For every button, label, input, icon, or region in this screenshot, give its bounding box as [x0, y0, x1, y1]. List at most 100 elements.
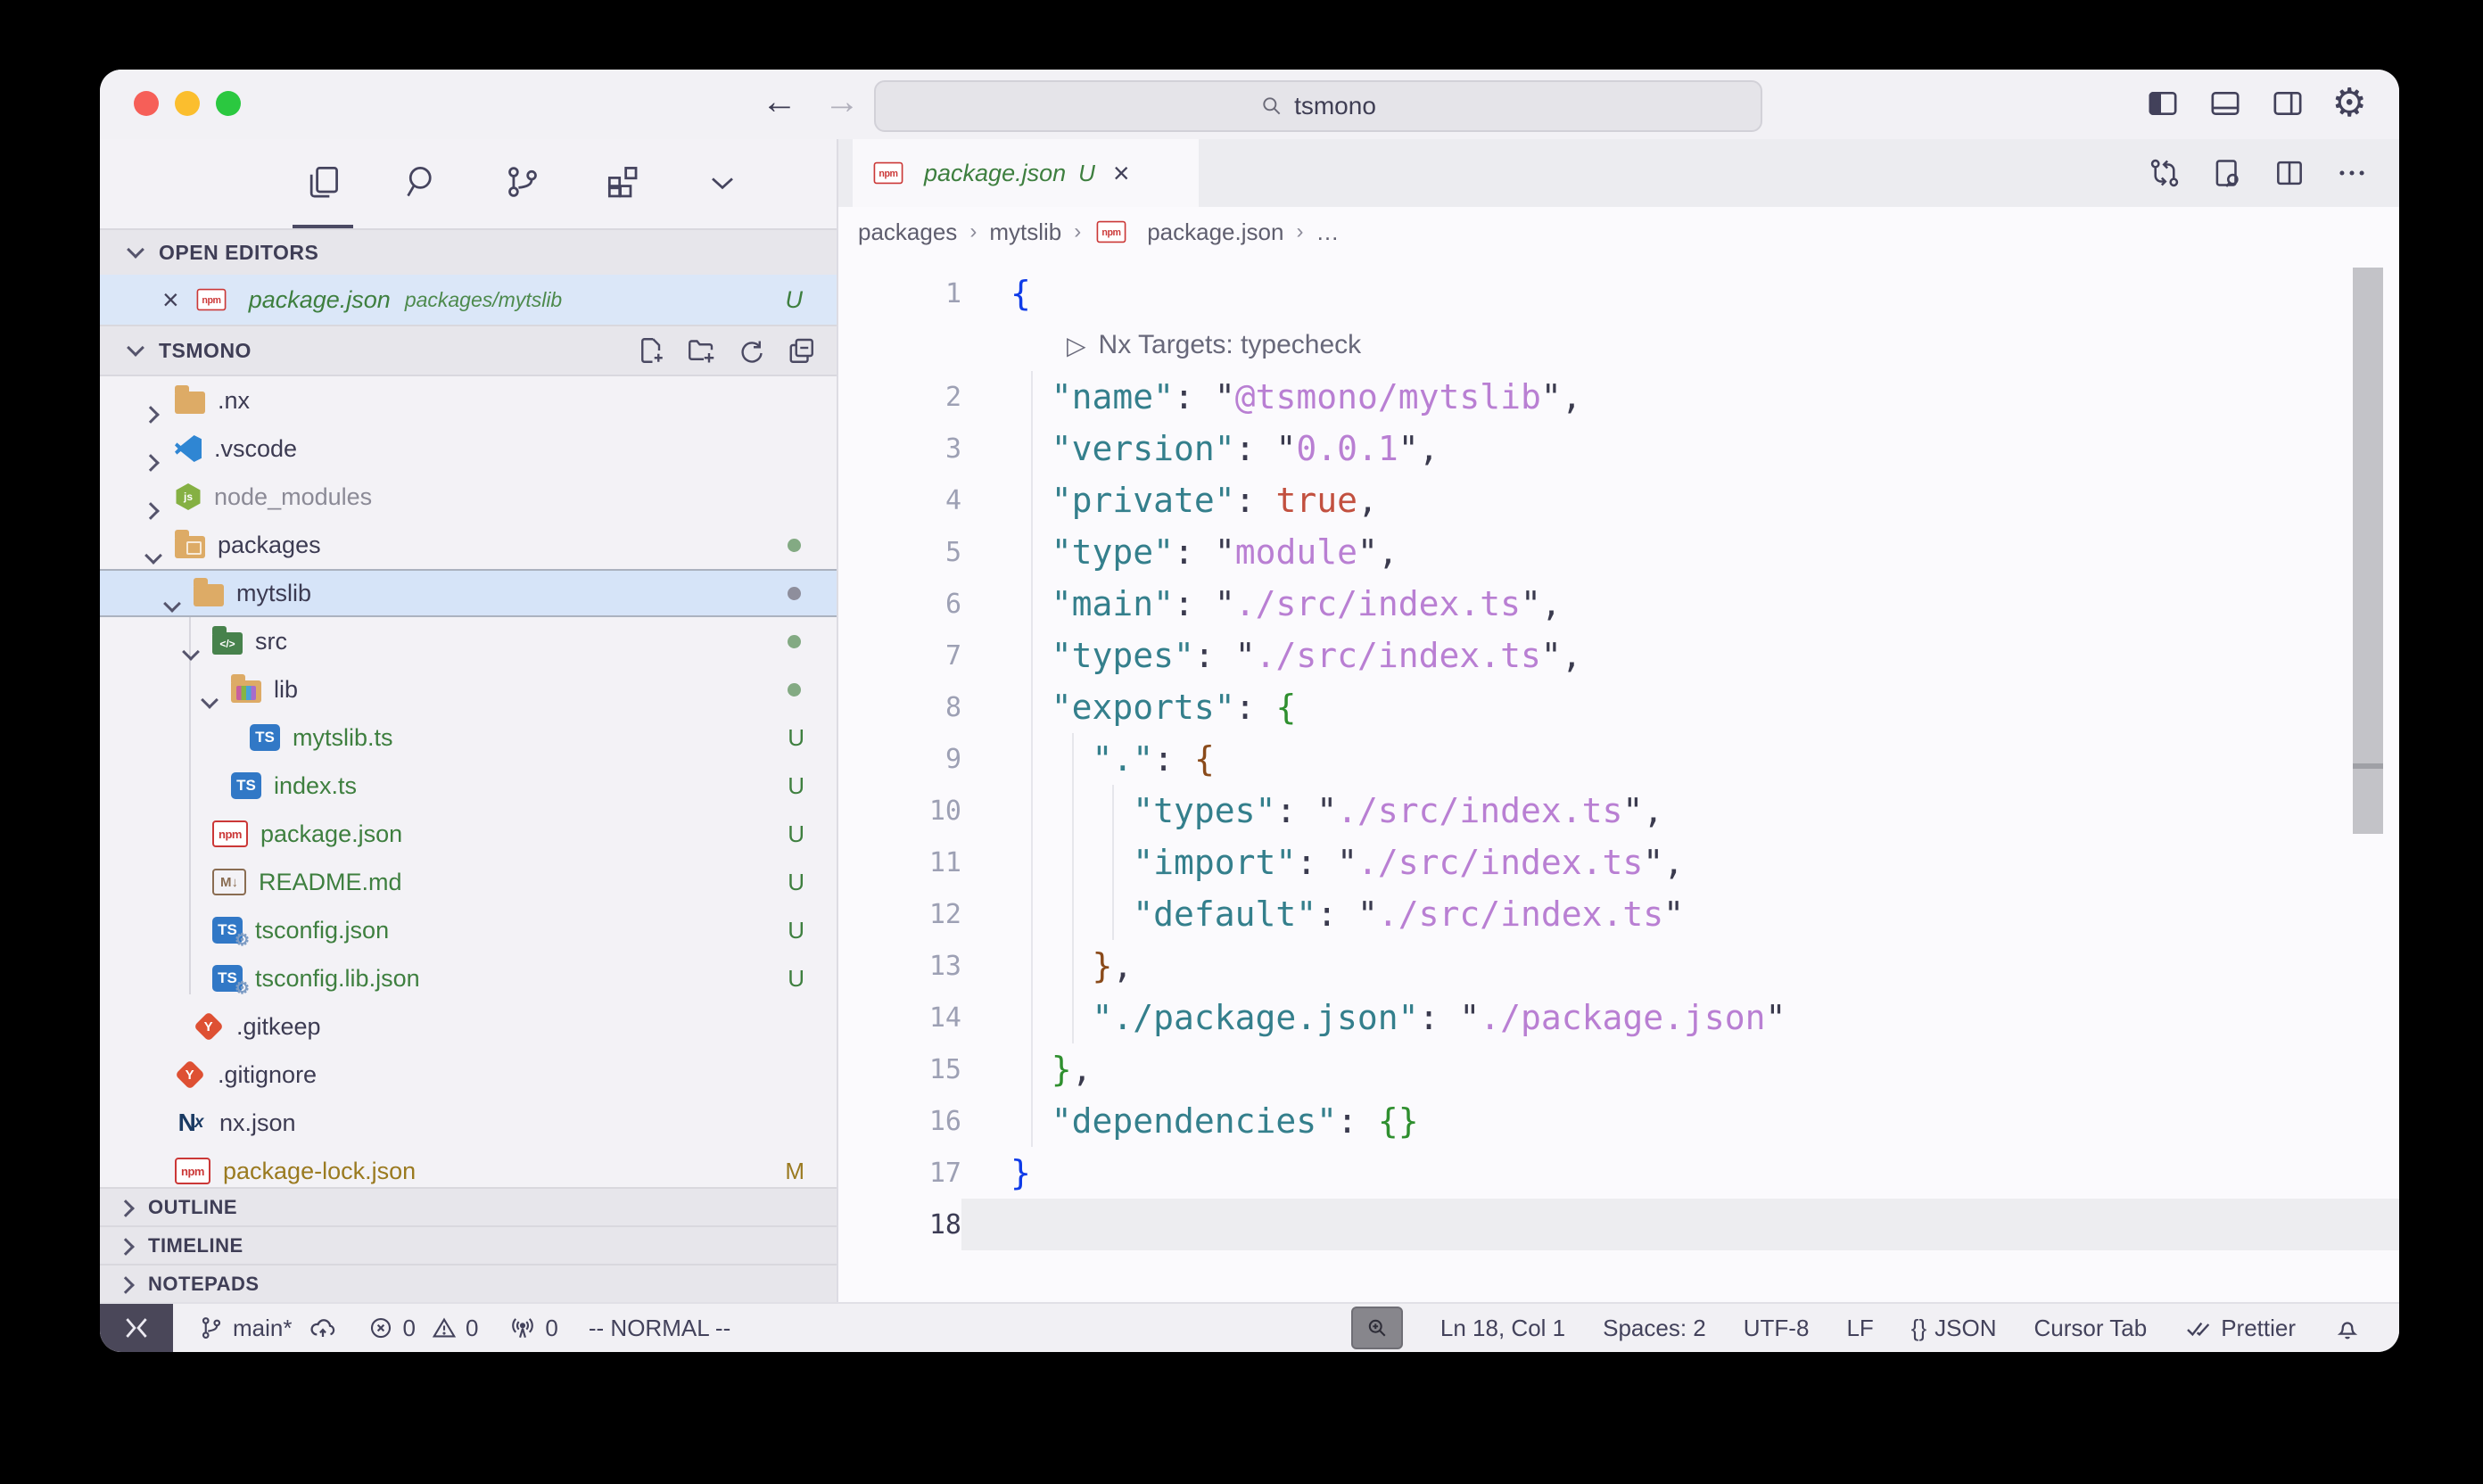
- run-target-play-icon[interactable]: ▷: [1067, 331, 1086, 360]
- tree-item-tsconfig.json[interactable]: tsconfig.jsonU: [100, 906, 837, 954]
- formatter-status[interactable]: Prettier: [2184, 1314, 2296, 1342]
- eol-setting[interactable]: LF: [1846, 1315, 1873, 1342]
- breadcrumb-item[interactable]: …: [1316, 218, 1339, 246]
- indentation-setting[interactable]: Spaces: 2: [1603, 1315, 1706, 1342]
- tree-item-.nx[interactable]: .nx: [100, 376, 837, 425]
- refresh-icon[interactable]: [735, 334, 767, 367]
- new-folder-icon[interactable]: [685, 334, 717, 367]
- new-file-icon[interactable]: [635, 334, 667, 367]
- close-editor-icon[interactable]: ×: [162, 285, 179, 314]
- toggle-secondary-sidebar-icon[interactable]: [2270, 86, 2306, 121]
- tree-item-.gitignore[interactable]: .gitignore: [100, 1051, 837, 1099]
- indent-guide: [1031, 578, 1033, 630]
- source-control-icon[interactable]: [492, 139, 553, 228]
- code-line-17[interactable]: 17}: [838, 1147, 2399, 1199]
- workspace-header[interactable]: TSMONO: [100, 325, 837, 376]
- ts-icon: [231, 772, 261, 799]
- vim-mode-indicator[interactable]: -- NORMAL --: [589, 1315, 730, 1342]
- code-line-8[interactable]: 8 "exports": {: [838, 681, 2399, 733]
- vertical-scrollbar[interactable]: [2353, 268, 2383, 834]
- back-arrow-icon[interactable]: ←: [762, 82, 797, 122]
- section-header-outline[interactable]: OUTLINE: [100, 1187, 837, 1225]
- codelens-label[interactable]: Nx Targets: typecheck: [1099, 330, 1362, 360]
- git-branch-status[interactable]: main*: [198, 1314, 337, 1342]
- code-line-14[interactable]: 14 "./package.json": "./package.json": [838, 992, 2399, 1043]
- split-editor-icon[interactable]: [2273, 156, 2306, 190]
- code-line-1[interactable]: 1{: [838, 268, 2399, 319]
- close-tab-icon[interactable]: ×: [1113, 159, 1130, 187]
- tree-item-.gitkeep[interactable]: .gitkeep: [100, 1002, 837, 1051]
- tree-item-mytslib[interactable]: mytslib: [100, 569, 837, 617]
- extensions-icon[interactable]: [592, 139, 653, 228]
- tree-item-src[interactable]: src: [100, 617, 837, 665]
- tree-item-package-lock.json[interactable]: package-lock.jsonM: [100, 1147, 837, 1187]
- code-editor[interactable]: 1{ ▷ Nx Targets: typecheck 2 "name": "@tsmo…: [838, 257, 2399, 1302]
- indent-guide: [1031, 1095, 1033, 1147]
- encoding-setting[interactable]: UTF-8: [1744, 1315, 1810, 1342]
- code-line-10[interactable]: 10 "types": "./src/index.ts",: [838, 785, 2399, 837]
- search-view-icon[interactable]: [392, 139, 453, 228]
- section-header-timeline[interactable]: TIMELINE: [100, 1225, 837, 1264]
- code-line-7[interactable]: 7 "types": "./src/index.ts",: [838, 630, 2399, 681]
- settings-gear-icon[interactable]: ⚙: [2332, 84, 2367, 123]
- cursor-position[interactable]: Ln 18, Col 1: [1440, 1315, 1565, 1342]
- explorer-icon[interactable]: [293, 139, 353, 228]
- tree-item-index.ts[interactable]: index.tsU: [100, 762, 837, 810]
- tree-item-package.json[interactable]: package.jsonU: [100, 810, 837, 858]
- collapse-all-icon[interactable]: [785, 334, 817, 367]
- more-views-chevron-icon[interactable]: [692, 139, 753, 228]
- forward-arrow-icon[interactable]: →: [824, 82, 860, 122]
- code-line-4[interactable]: 4 "private": true,: [838, 474, 2399, 526]
- code-line-11[interactable]: 11 "import": "./src/index.ts",: [838, 837, 2399, 888]
- open-changes-icon[interactable]: [2148, 156, 2182, 190]
- code-text: ".": {: [1011, 739, 1215, 779]
- breadcrumb-item[interactable]: package.json: [1147, 218, 1283, 246]
- command-center-search[interactable]: tsmono: [874, 80, 1762, 132]
- language-mode[interactable]: {} JSON: [1911, 1315, 1997, 1342]
- code-line-18[interactable]: 18: [838, 1199, 2399, 1250]
- tree-item-label: packages: [218, 532, 321, 559]
- problems-status[interactable]: 0 0: [367, 1315, 478, 1342]
- code-line-13[interactable]: 13 },: [838, 940, 2399, 992]
- remote-indicator[interactable]: [100, 1304, 173, 1352]
- code-line-12[interactable]: 12 "default": "./src/index.ts": [838, 888, 2399, 940]
- code-line-16[interactable]: 16 "dependencies": {}: [838, 1095, 2399, 1147]
- codelens-row[interactable]: ▷ Nx Targets: typecheck: [838, 319, 2399, 371]
- breadcrumb-item[interactable]: mytslib: [989, 218, 1061, 246]
- minimize-window-button[interactable]: [175, 91, 200, 116]
- toggle-panel-icon[interactable]: [2207, 86, 2243, 121]
- tree-item-README.md[interactable]: README.mdU: [100, 858, 837, 906]
- tree-item-lib[interactable]: lib: [100, 665, 837, 713]
- tab-package-json[interactable]: package.json U ×: [853, 139, 1199, 207]
- braces-icon: {}: [1911, 1315, 1926, 1342]
- notifications-bell-icon[interactable]: [2333, 1314, 2362, 1342]
- open-preview-icon[interactable]: [2210, 156, 2244, 190]
- breadcrumb-item[interactable]: packages: [858, 218, 957, 246]
- toggle-primary-sidebar-icon[interactable]: [2145, 86, 2181, 121]
- code-line-15[interactable]: 15 },: [838, 1043, 2399, 1095]
- cursor-tab-setting[interactable]: Cursor Tab: [2034, 1315, 2148, 1342]
- tree-item-tsconfig.lib.json[interactable]: tsconfig.lib.jsonU: [100, 954, 837, 1002]
- open-editor-item[interactable]: × package.json packages/mytslib U: [100, 275, 837, 325]
- workspace-title: TSMONO: [159, 339, 252, 363]
- section-header-notepads[interactable]: NOTEPADS: [100, 1264, 837, 1302]
- tree-item-mytslib.ts[interactable]: mytslib.tsU: [100, 713, 837, 762]
- open-editors-header[interactable]: OPEN EDITORS: [100, 228, 837, 275]
- tree-item-packages[interactable]: packages: [100, 521, 837, 569]
- line-number: [838, 319, 961, 371]
- code-line-6[interactable]: 6 "main": "./src/index.ts",: [838, 578, 2399, 630]
- tree-item-.vscode[interactable]: .vscode: [100, 425, 837, 473]
- code-line-3[interactable]: 3 "version": "0.0.1",: [838, 423, 2399, 474]
- ports-status[interactable]: 0: [508, 1314, 557, 1342]
- warning-count: 0: [466, 1315, 478, 1342]
- tree-item-node_modules[interactable]: node_modules: [100, 473, 837, 521]
- code-line-2[interactable]: 2 "name": "@tsmono/mytslib",: [838, 371, 2399, 423]
- close-window-button[interactable]: [134, 91, 159, 116]
- code-line-5[interactable]: 5 "type": "module",: [838, 526, 2399, 578]
- zoom-indicator[interactable]: [1351, 1307, 1403, 1349]
- tree-item-nx.json[interactable]: nx.json: [100, 1099, 837, 1147]
- more-actions-icon[interactable]: [2335, 156, 2369, 190]
- zoom-window-button[interactable]: [216, 91, 241, 116]
- code-text: "types": "./src/index.ts",: [1011, 791, 1663, 830]
- code-line-9[interactable]: 9 ".": {: [838, 733, 2399, 785]
